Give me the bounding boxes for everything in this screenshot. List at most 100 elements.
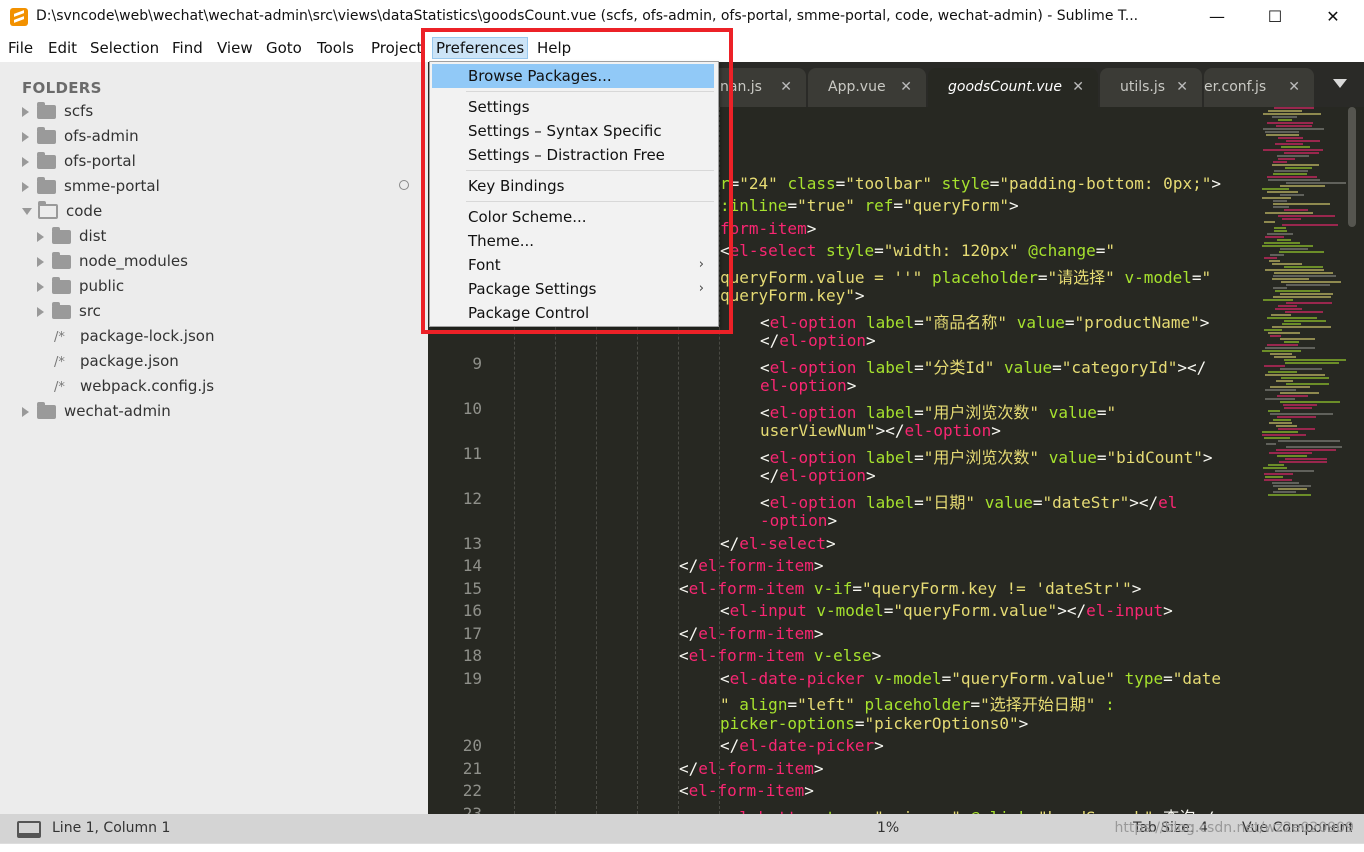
code-line: <el-option label="分类Id" value="categoryI… — [760, 358, 1207, 377]
minimap-line — [1262, 245, 1313, 247]
code-line: <el-input v-model="queryForm.value"></el… — [720, 601, 1173, 620]
minimap-line — [1264, 242, 1300, 244]
tab-goodscount-vue[interactable]: goodsCount.vue ✕ — [928, 68, 1098, 107]
minimap-line — [1268, 110, 1302, 112]
tab-app-vue[interactable]: App.vue ✕ — [808, 68, 926, 107]
menu-goto[interactable]: Goto — [266, 39, 302, 57]
tab-close-icon[interactable]: ✕ — [1072, 68, 1084, 107]
minimap-line — [1272, 116, 1297, 118]
code-line: </el-select> — [720, 534, 836, 553]
tree-folder-scfs[interactable]: scfs — [22, 99, 93, 123]
tab-er-conf-js[interactable]: er.conf.js ✕ — [1204, 68, 1314, 107]
minimap-line — [1284, 359, 1346, 361]
folder-icon — [52, 251, 71, 269]
expand-arrow-icon[interactable] — [22, 131, 29, 142]
minimap-line — [1263, 128, 1324, 130]
minimap-line — [1273, 296, 1331, 298]
tab-close-icon[interactable]: ✕ — [900, 68, 912, 107]
maximize-button[interactable]: ☐ — [1246, 0, 1304, 34]
expand-arrow-icon[interactable] — [22, 181, 29, 192]
expand-arrow-icon[interactable] — [22, 156, 29, 167]
collapse-arrow-icon[interactable] — [22, 208, 32, 215]
minimap[interactable] — [1262, 107, 1352, 527]
minimap-line — [1273, 161, 1287, 163]
code-line: <el-form-item v-if="queryForm.key != 'da… — [679, 579, 1142, 598]
minimap-line — [1273, 419, 1291, 421]
expand-arrow-icon[interactable] — [37, 231, 44, 242]
tree-folder-src[interactable]: src — [37, 299, 101, 323]
tree-file-webpack-config[interactable]: /* webpack.config.js — [54, 374, 214, 398]
minimap-line — [1286, 284, 1330, 286]
tree-folder-smme-portal[interactable]: smme-portal — [22, 174, 160, 198]
code-line: r="24" class="toolbar" style="padding-bo… — [720, 174, 1221, 193]
line-number: 23 — [462, 804, 482, 814]
minimap-line — [1265, 212, 1313, 214]
file-icon: /* — [54, 330, 65, 345]
watermark-text: https://blog.csdn.net/wz2e020909 — [1114, 820, 1354, 836]
menu-selection[interactable]: Selection — [90, 39, 159, 57]
minimap-line — [1269, 422, 1292, 424]
minimap-line — [1284, 266, 1323, 268]
zoom-level: 1% — [877, 820, 900, 836]
minimap-line — [1262, 197, 1291, 199]
tab-close-icon[interactable]: ✕ — [780, 68, 792, 107]
tab-label: utils.js — [1120, 79, 1166, 95]
status-bar: Line 1, Column 1 1% Tab Size: 4 Vue Comp… — [0, 814, 1364, 843]
code-line: <el-date-picker v-model="queryForm.value… — [720, 669, 1221, 688]
expand-arrow-icon[interactable] — [37, 256, 44, 267]
minimap-line — [1270, 413, 1333, 415]
tab-list-dropdown-icon[interactable] — [1333, 79, 1347, 88]
menu-tools[interactable]: Tools — [317, 39, 354, 57]
tab-label: App.vue — [828, 79, 886, 95]
tree-folder-ofs-admin[interactable]: ofs-admin — [22, 124, 139, 148]
tree-folder-node-modules[interactable]: node_modules — [37, 249, 188, 273]
tab-close-icon[interactable]: ✕ — [1288, 68, 1300, 107]
menu-find[interactable]: Find — [172, 39, 203, 57]
minimap-line — [1278, 137, 1303, 139]
minimap-line — [1276, 380, 1293, 382]
menu-view[interactable]: View — [217, 39, 253, 57]
tree-folder-dist[interactable]: dist — [37, 224, 106, 248]
expand-arrow-icon[interactable] — [37, 306, 44, 317]
code-line: <el-option label="用户浏览次数" value="bidCoun… — [760, 448, 1213, 467]
minimap-line — [1274, 227, 1286, 229]
expand-arrow-icon[interactable] — [22, 406, 29, 417]
minimap-line — [1277, 239, 1291, 241]
line-number: 22 — [462, 781, 482, 800]
minimap-line — [1263, 149, 1323, 151]
minimap-line — [1280, 392, 1319, 394]
folder-icon — [52, 301, 71, 319]
minimap-line — [1264, 473, 1293, 475]
minimap-line — [1277, 395, 1308, 397]
minimap-line — [1263, 113, 1321, 115]
code-line: el-option> — [760, 376, 857, 395]
minimap-line — [1282, 323, 1301, 325]
expand-arrow-icon[interactable] — [37, 281, 44, 292]
tree-item-label: webpack.config.js — [80, 377, 215, 395]
tree-folder-code[interactable]: code — [22, 199, 102, 223]
tab-utils-js[interactable]: utils.js ✕ — [1100, 68, 1202, 107]
menu-file[interactable]: File — [8, 39, 33, 57]
minimap-line — [1279, 251, 1324, 253]
close-button[interactable]: ✕ — [1304, 0, 1362, 34]
tree-folder-wechat-admin[interactable]: wechat-admin — [22, 399, 171, 423]
minimap-line — [1265, 476, 1283, 478]
scrollbar-thumb[interactable] — [1348, 107, 1356, 227]
tree-folder-ofs-portal[interactable]: ofs-portal — [22, 149, 136, 173]
line-number: 13 — [462, 534, 482, 553]
line-number: 14 — [462, 556, 482, 575]
menu-project[interactable]: Project — [371, 39, 423, 57]
code-line: <el-option label="商品名称" value="productNa… — [760, 313, 1210, 332]
panel-toggle-icon[interactable] — [17, 821, 41, 838]
menu-edit[interactable]: Edit — [48, 39, 77, 57]
minimize-button[interactable]: — — [1188, 0, 1246, 34]
tree-file-package-lock[interactable]: /* package-lock.json — [54, 324, 214, 348]
tab-close-icon[interactable]: ✕ — [1176, 68, 1188, 107]
minimap-line — [1273, 173, 1307, 175]
expand-arrow-icon[interactable] — [22, 106, 29, 117]
tree-file-package[interactable]: /* package.json — [54, 349, 179, 373]
minimap-line — [1273, 203, 1330, 205]
tree-folder-public[interactable]: public — [37, 274, 124, 298]
file-icon: /* — [54, 380, 65, 395]
minimap-line — [1262, 350, 1301, 352]
